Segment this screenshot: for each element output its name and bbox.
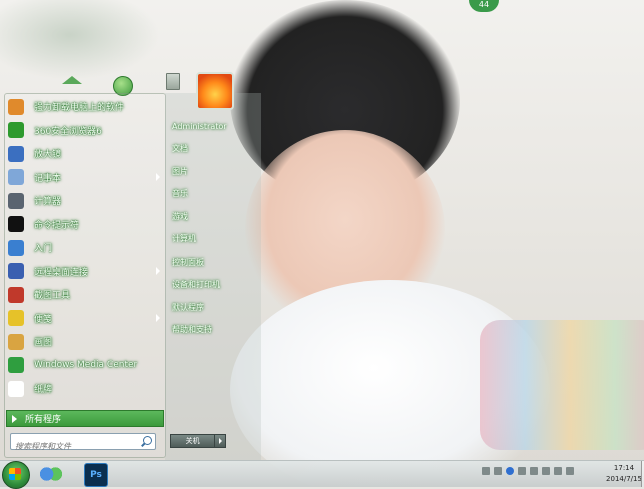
- wallpaper-top-left: [0, 0, 160, 80]
- program-item[interactable]: 命令提示符: [6, 213, 164, 237]
- submenu-arrow-icon: [156, 172, 160, 181]
- program-label: 放大镜: [34, 150, 62, 161]
- places-item[interactable]: 控制面板: [172, 251, 262, 274]
- program-label: 计算器: [34, 197, 62, 208]
- shutdown-group: 关机: [170, 434, 226, 448]
- submenu-arrow-icon: [156, 266, 160, 275]
- program-item[interactable]: 入门: [6, 236, 164, 260]
- program-list: 强力卸载电脑上的软件 360安全浏览器6 放大镜记事本计算器命令提示符入门远程桌面连…: [6, 95, 164, 401]
- tray-folder-icon[interactable]: [494, 467, 502, 475]
- program-item[interactable]: 计算器: [6, 189, 164, 213]
- program-item[interactable]: Windows Media Center: [6, 354, 164, 378]
- tray-help-icon[interactable]: [506, 467, 514, 475]
- all-programs-button[interactable]: 所有程序: [6, 410, 164, 427]
- places-item[interactable]: 帮助和支持: [172, 319, 262, 342]
- arrow-right-icon: [218, 438, 222, 444]
- arrow-right-icon: [12, 414, 17, 423]
- cmd-icon: [8, 216, 24, 233]
- tray-camera-icon[interactable]: [482, 467, 490, 475]
- tray-settings-icon[interactable]: [518, 467, 526, 475]
- uninstall-icon: [8, 98, 24, 115]
- sticky-notes-icon: [8, 310, 24, 327]
- wallpaper-colorful-background: [480, 320, 644, 450]
- places-item[interactable]: Administrator: [172, 115, 262, 138]
- program-label: 记事本: [34, 173, 62, 184]
- magnifier-icon: [8, 145, 24, 162]
- places-item[interactable]: 计算机: [172, 228, 262, 251]
- taskbar-clock[interactable]: 17:14 2014/7/15: [606, 463, 642, 485]
- places-item[interactable]: 设备和打印机: [172, 274, 262, 297]
- taskbar-app-butterfly-icon[interactable]: [40, 463, 62, 485]
- program-item[interactable]: 放大镜: [6, 142, 164, 166]
- calculator-icon: [8, 192, 24, 209]
- browser-360-icon: [8, 122, 24, 139]
- program-item[interactable]: 纸牌: [6, 377, 164, 401]
- program-item[interactable]: 便笺: [6, 307, 164, 331]
- snipping-tool-icon: [8, 286, 24, 303]
- program-label: 强力卸载电脑上的软件: [34, 103, 125, 114]
- solitaire-icon: [8, 380, 24, 397]
- places-item[interactable]: 音乐: [172, 183, 262, 206]
- shutdown-button[interactable]: 关机: [170, 434, 216, 448]
- taskbar-app-photoshop-icon[interactable]: Ps: [84, 463, 108, 487]
- search-input[interactable]: [11, 439, 139, 454]
- search-icon[interactable]: [143, 436, 152, 445]
- places-item[interactable]: 默认程序: [172, 296, 262, 319]
- taskbar: Ps 17:14 2014/7/15: [0, 460, 644, 489]
- places-item[interactable]: 图片: [172, 160, 262, 183]
- clock-date: 2014/7/15: [606, 475, 642, 483]
- program-item[interactable]: 远程桌面连接: [6, 260, 164, 284]
- start-button[interactable]: [2, 461, 30, 489]
- notepad-icon: [8, 169, 24, 186]
- program-label: 截图工具: [34, 291, 71, 302]
- program-label: 纸牌: [34, 385, 53, 396]
- tray-network-icon[interactable]: [554, 467, 562, 475]
- program-item[interactable]: 记事本: [6, 166, 164, 190]
- tray-volume-icon[interactable]: [566, 467, 574, 475]
- submenu-arrow-icon: [156, 313, 160, 322]
- places-item[interactable]: 文档: [172, 138, 262, 161]
- program-item[interactable]: 画图: [6, 330, 164, 354]
- clock-time: 17:14: [613, 464, 635, 472]
- program-label: 远程桌面连接: [34, 267, 89, 278]
- paint-icon: [8, 333, 24, 350]
- search-box[interactable]: [10, 433, 156, 454]
- places-list: Administrator 文档 图片 音乐 游戏 计算机 控制面板 设备和打印机 默认程序 帮助…: [172, 115, 262, 341]
- remote-desktop-icon: [8, 263, 24, 280]
- all-programs-label: 所有程序: [25, 415, 62, 425]
- program-item[interactable]: 360安全浏览器6: [6, 119, 164, 143]
- program-label: Windows Media Center: [34, 360, 138, 371]
- system-tray: [482, 467, 574, 475]
- places-item[interactable]: 游戏: [172, 205, 262, 228]
- start-menu: 强力卸载电脑上的软件 360安全浏览器6 放大镜记事本计算器命令提示符入门远程桌面连…: [2, 88, 262, 460]
- program-label: 命令提示符: [34, 220, 80, 231]
- tray-flag-icon[interactable]: [542, 467, 550, 475]
- program-label: 360安全浏览器6: [34, 126, 102, 137]
- program-label: 入门: [34, 244, 53, 255]
- user-avatar[interactable]: [196, 72, 234, 110]
- program-item[interactable]: 强力卸载电脑上的软件: [6, 95, 164, 119]
- program-label: 画图: [34, 338, 53, 349]
- shutdown-options-button[interactable]: [215, 434, 226, 448]
- tray-up-arrow-icon[interactable]: [530, 467, 538, 475]
- program-item[interactable]: 截图工具: [6, 283, 164, 307]
- program-label: 便笺: [34, 314, 53, 325]
- media-center-icon: [8, 357, 24, 374]
- getting-started-icon: [8, 239, 24, 256]
